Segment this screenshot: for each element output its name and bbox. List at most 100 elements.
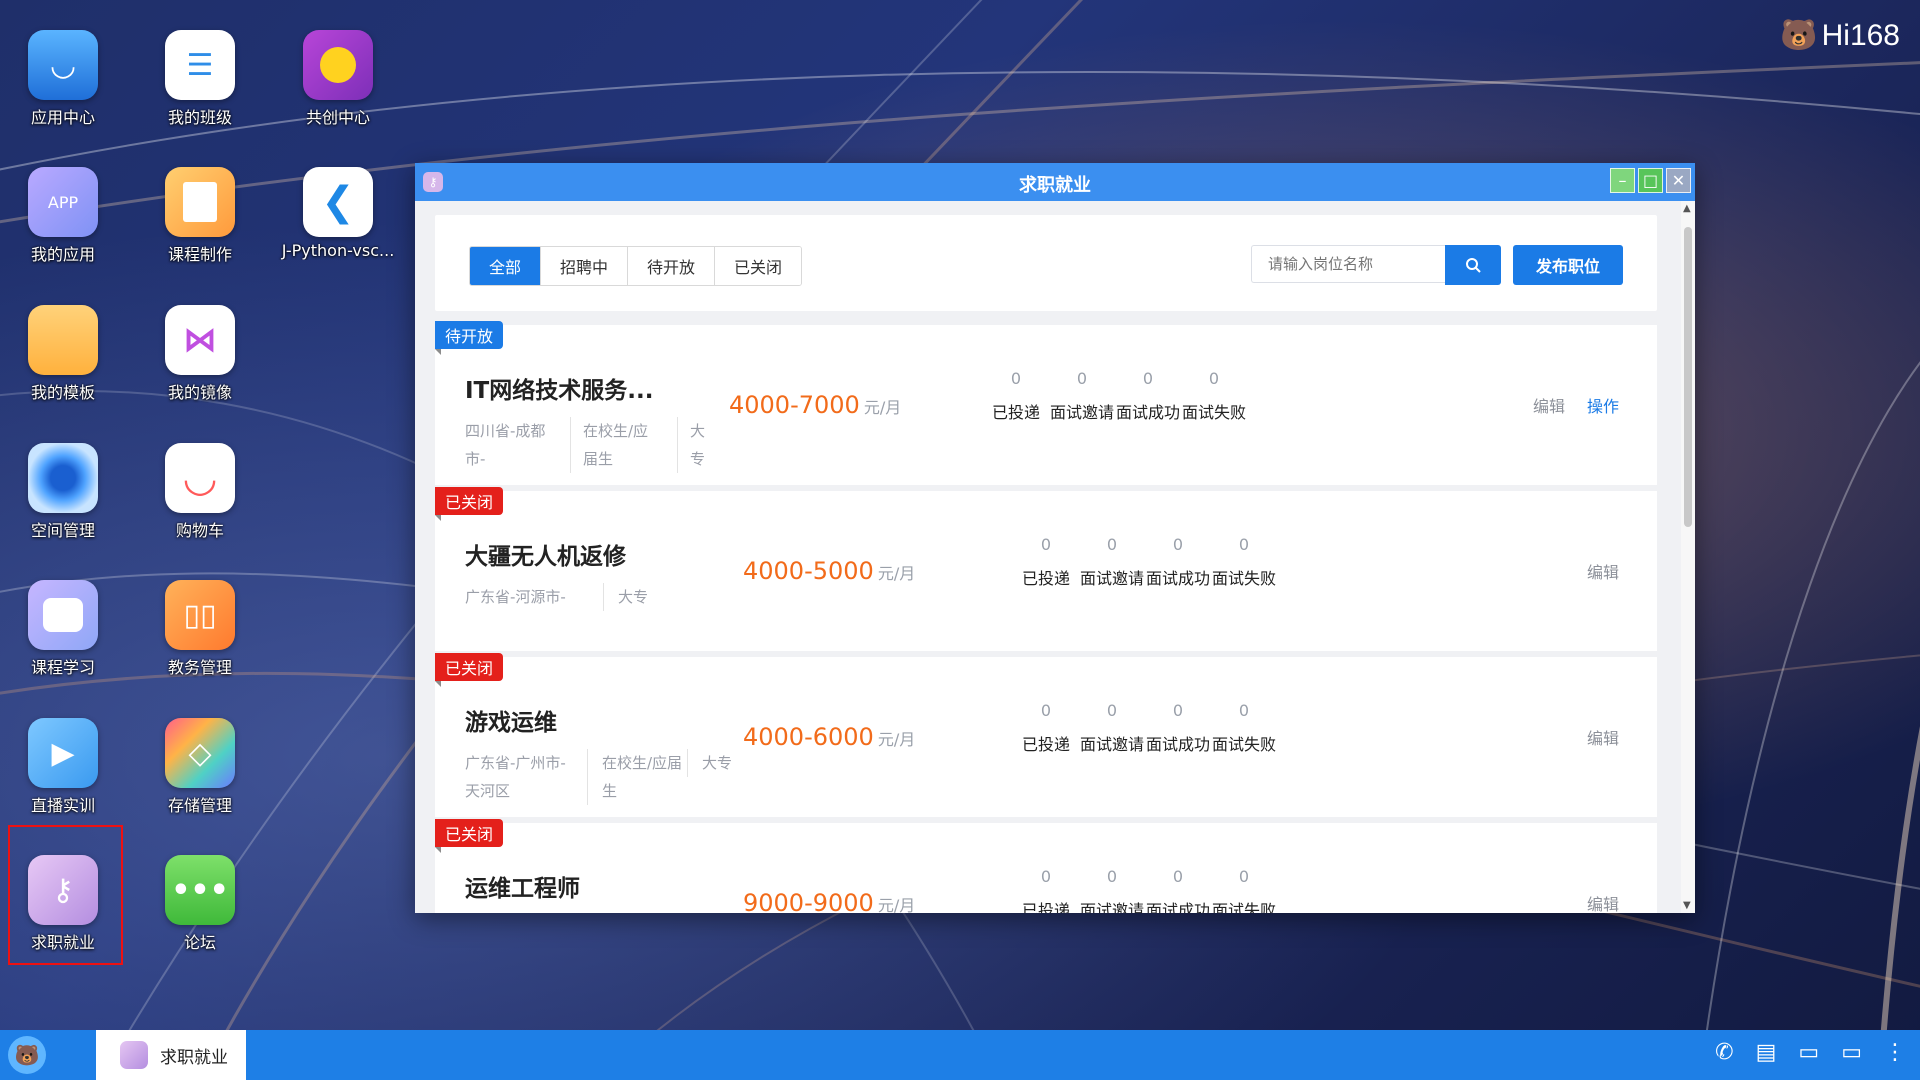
salary-unit: 元/月 bbox=[877, 730, 916, 749]
desktop-icon-my-apps[interactable]: APP 我的应用 bbox=[3, 167, 123, 265]
stat-invite-label: 面试邀请 bbox=[1079, 569, 1144, 588]
stat-invite-label: 面试邀请 bbox=[1049, 403, 1114, 422]
tab-pending[interactable]: 待开放 bbox=[628, 247, 716, 285]
desktop-icon-forum[interactable]: ••• 论坛 bbox=[140, 855, 260, 953]
window-titlebar[interactable]: ⚷ 求职就业 – □ ✕ bbox=[415, 163, 1695, 201]
stat-success-value: 0 bbox=[1142, 369, 1154, 388]
operate-link[interactable]: 操作 bbox=[1587, 393, 1619, 417]
notes-icon[interactable]: ▤ bbox=[1756, 1040, 1777, 1065]
job-education: 大专 bbox=[687, 749, 742, 777]
desktop-icon-live-training[interactable]: ▶ 直播实训 bbox=[3, 718, 123, 816]
job-card[interactable]: 已关闭 运维工程师 9000-9000 元/月 0 已投递 0 面试邀请 0 面试成功 … bbox=[435, 819, 1657, 913]
notebook-icon bbox=[165, 167, 235, 237]
selection-highlight bbox=[8, 825, 123, 965]
stat-invite-value: 0 bbox=[1106, 535, 1118, 554]
vertical-scrollbar[interactable]: ▲ ▼ bbox=[1681, 201, 1695, 913]
mascot-icon: 🐻 bbox=[14, 1043, 40, 1067]
desktop-icon-my-images[interactable]: ⋈ 我的镜像 bbox=[140, 305, 260, 403]
desktop-icon-label: 空间管理 bbox=[30, 521, 95, 540]
edit-link[interactable]: 编辑 bbox=[1533, 393, 1565, 417]
desktop-icon-cart[interactable]: ◡ 购物车 bbox=[140, 443, 260, 541]
job-card[interactable]: 待开放 IT网络技术服务... 四川省-成都市- 在校生/应届生 大专 4000… bbox=[435, 321, 1657, 485]
job-identity: 在校生/应届生 bbox=[570, 417, 663, 473]
job-title[interactable]: 大疆无人机返修 bbox=[465, 537, 626, 571]
edit-link[interactable]: 编辑 bbox=[1587, 725, 1619, 749]
diamond-handshake-icon bbox=[303, 30, 373, 100]
desktop-icon-vscode[interactable]: ❮ J-Python-vsc... bbox=[278, 167, 398, 260]
scrollbar-thumb[interactable] bbox=[1684, 227, 1692, 527]
salary-range: 4000-6000 bbox=[743, 723, 874, 751]
stat-fail-value: 0 bbox=[1208, 369, 1220, 388]
desktop-icon-label: 我的镜像 bbox=[167, 383, 232, 402]
desktop-icon-label: 论坛 bbox=[183, 933, 216, 952]
monitor-icon[interactable]: ▭ bbox=[1841, 1040, 1862, 1065]
publish-job-button[interactable]: 发布职位 bbox=[1513, 245, 1623, 285]
stat-success-value: 0 bbox=[1172, 535, 1184, 554]
stat-fail-label: 面试失败 bbox=[1211, 735, 1276, 754]
desktop-icon-course-learning[interactable]: 课程学习 bbox=[3, 580, 123, 678]
message-icon[interactable]: ▭ bbox=[1798, 1040, 1819, 1065]
taskbar-item-job-seeking[interactable]: 求职就业 bbox=[96, 1030, 246, 1080]
scroll-up-arrow-icon[interactable]: ▲ bbox=[1683, 203, 1691, 214]
close-button[interactable]: ✕ bbox=[1666, 168, 1691, 193]
more-icon[interactable]: ⋮ bbox=[1884, 1040, 1906, 1065]
salary-range: 4000-7000 bbox=[729, 391, 860, 419]
stat-fail-label: 面试失败 bbox=[1211, 569, 1276, 588]
job-education: 大专 bbox=[677, 417, 710, 473]
study-screen-icon bbox=[28, 580, 98, 650]
system-tray: ✆ ▤ ▭ ▭ ⋮ bbox=[1715, 1040, 1906, 1065]
stat-delivered-value: 0 bbox=[1010, 369, 1022, 388]
edit-link[interactable]: 编辑 bbox=[1587, 891, 1619, 913]
job-title[interactable]: 游戏运维 bbox=[465, 703, 557, 737]
minimize-button[interactable]: – bbox=[1610, 168, 1635, 193]
job-identity: 在校生/应届生 bbox=[587, 749, 686, 805]
desktop-icon-space-management[interactable]: 空间管理 bbox=[3, 443, 123, 541]
job-salary: 4000-5000 元/月 bbox=[743, 557, 915, 585]
app-folder-icon: APP bbox=[28, 167, 98, 237]
maximize-button[interactable]: □ bbox=[1638, 168, 1663, 193]
desktop-icon-my-class[interactable]: ☰ 我的班级 bbox=[140, 30, 260, 128]
wechat-icon[interactable]: ✆ bbox=[1715, 1040, 1733, 1065]
vscode-icon: ❮ bbox=[303, 167, 373, 237]
status-tabs: 全部 招聘中 待开放 已关闭 bbox=[469, 246, 803, 286]
salary-range: 9000-9000 bbox=[743, 889, 874, 913]
tab-all[interactable]: 全部 bbox=[470, 247, 542, 285]
taskbar: 🐻 求职就业 ✆ ▤ ▭ ▭ ⋮ bbox=[0, 1030, 1920, 1080]
job-title[interactable]: 运维工程师 bbox=[465, 869, 580, 903]
desktop-icon-storage[interactable]: ◇ 存储管理 bbox=[140, 718, 260, 816]
stat-delivered-label: 已投递 bbox=[1021, 569, 1070, 588]
folder-icon bbox=[28, 305, 98, 375]
brand-mascot-icon: 🐻 bbox=[1780, 19, 1818, 52]
job-salary: 4000-7000 元/月 bbox=[729, 391, 901, 419]
job-actions: 编辑 操作 bbox=[1533, 393, 1619, 417]
desktop-icon-label: J-Python-vsc... bbox=[281, 241, 395, 260]
job-salary: 9000-9000 元/月 bbox=[743, 889, 915, 913]
tab-recruiting[interactable]: 招聘中 bbox=[541, 247, 629, 285]
job-education: 大专 bbox=[603, 583, 658, 611]
desktop-icon-course-making[interactable]: 课程制作 bbox=[140, 167, 260, 265]
start-menu-button[interactable]: 🐻 bbox=[8, 1036, 46, 1074]
job-card[interactable]: 已关闭 游戏运维 广东省-广州市-天河区 在校生/应届生 大专 4000-600… bbox=[435, 653, 1657, 817]
play-icon: ▶ bbox=[28, 718, 98, 788]
job-title[interactable]: IT网络技术服务... bbox=[465, 371, 653, 405]
desktop-icon-label: 购物车 bbox=[175, 521, 224, 540]
status-badge: 已关闭 bbox=[435, 487, 504, 521]
stat-success-value: 0 bbox=[1172, 867, 1184, 886]
search-input[interactable] bbox=[1266, 254, 1430, 274]
job-card[interactable]: 已关闭 大疆无人机返修 广东省-河源市- 大专 4000-5000 元/月 0 已投… bbox=[435, 487, 1657, 651]
stat-success-value: 0 bbox=[1172, 701, 1184, 720]
stat-delivered-label: 已投递 bbox=[991, 403, 1040, 422]
tab-closed[interactable]: 已关闭 bbox=[715, 247, 802, 285]
stat-success-label: 面试成功 bbox=[1145, 901, 1210, 913]
search-button[interactable] bbox=[1445, 245, 1501, 285]
desktop-icon-co-creation[interactable]: 共创中心 bbox=[278, 30, 398, 128]
scroll-down-arrow-icon[interactable]: ▼ bbox=[1683, 900, 1691, 911]
desktop-icon-my-templates[interactable]: 我的模板 bbox=[3, 305, 123, 403]
stat-invite-label: 面试邀请 bbox=[1079, 735, 1144, 754]
stat-delivered-value: 0 bbox=[1040, 867, 1052, 886]
status-badge: 待开放 bbox=[435, 321, 504, 355]
desktop-icon-academic-affairs[interactable]: ▯▯ 教务管理 bbox=[140, 580, 260, 678]
desktop-icon-app-center[interactable]: ◡ 应用中心 bbox=[3, 30, 123, 128]
edit-link[interactable]: 编辑 bbox=[1587, 559, 1619, 583]
chat-bubble-icon: ••• bbox=[165, 855, 235, 925]
